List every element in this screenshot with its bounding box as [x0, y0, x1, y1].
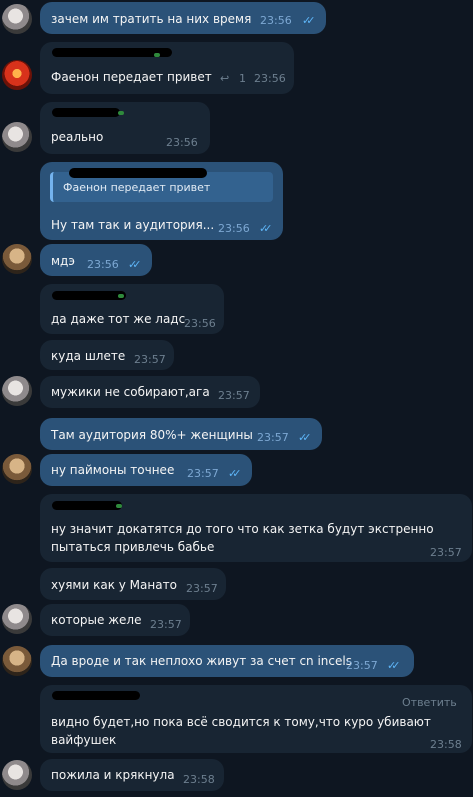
avatar[interactable]	[2, 4, 32, 34]
sender-name	[52, 108, 120, 117]
message-bubble[interactable]: которые желе 23:57	[40, 604, 190, 636]
avatar[interactable]	[2, 60, 32, 90]
message-text: мдэ	[51, 254, 75, 268]
message-time: 23:56	[87, 258, 119, 271]
sender-badge	[118, 111, 124, 115]
message-bubble[interactable]: зачем им тратить на них время 23:56 ✓✓	[40, 2, 326, 34]
message-text: Да вроде и так неплохо живут за счет cn …	[51, 654, 352, 668]
sender-name	[52, 291, 126, 300]
avatar[interactable]	[2, 122, 32, 152]
message-time: 23:57	[346, 659, 378, 672]
avatar[interactable]	[2, 454, 32, 484]
message-text: Там аудитория 80%+ женщины	[51, 428, 253, 442]
message-text: мужики не собирают,ага	[51, 385, 210, 399]
avatar[interactable]	[2, 760, 32, 790]
message-text: которые желе	[51, 613, 142, 627]
reply-quote[interactable]: Фаенон передает привет	[50, 168, 273, 202]
message-text: да даже тот же ладс	[51, 312, 186, 326]
message-bubble[interactable]: Фаенон передает привет ↩ 1 23:56	[40, 42, 294, 94]
sender-badge	[118, 294, 124, 298]
message-text-line-2: пытаться привлечь бабье	[51, 540, 215, 554]
message-text: ну паймоны точнее	[51, 463, 175, 477]
message-bubble[interactable]: Да вроде и так неплохо живут за счет cn …	[40, 645, 414, 677]
message-time: 23:57	[218, 389, 250, 402]
message-text: Фаенон передает привет	[51, 70, 212, 84]
message-bubble[interactable]: реально 23:56	[40, 102, 210, 154]
double-check-icon: ✓✓	[228, 467, 242, 480]
message-time: 23:56	[166, 136, 198, 149]
sender-badge	[116, 504, 122, 508]
double-check-icon: ✓✓	[128, 258, 142, 271]
reply-count[interactable]: 1	[239, 72, 246, 85]
message-time: 23:57	[186, 582, 218, 595]
reply-arrow-icon[interactable]: ↩	[220, 72, 229, 85]
message-time: 23:57	[187, 467, 219, 480]
message-time: 23:56	[218, 222, 250, 235]
message-bubble[interactable]: куда шлете 23:57	[40, 340, 174, 370]
message-time: 23:56	[260, 14, 292, 27]
message-text: реально	[51, 130, 104, 144]
message-time: 23:58	[430, 738, 462, 751]
message-time: 23:57	[150, 618, 182, 631]
double-check-icon: ✓✓	[302, 14, 316, 27]
sender-badge	[154, 53, 160, 57]
avatar[interactable]	[2, 376, 32, 406]
message-text: хуями как у Манато	[51, 578, 177, 592]
reply-quote-text: Фаенон передает привет	[63, 181, 211, 194]
avatar[interactable]	[2, 244, 32, 274]
avatar[interactable]	[2, 646, 32, 676]
reply-action[interactable]: Ответить	[402, 696, 457, 709]
double-check-icon: ✓✓	[387, 659, 401, 672]
message-bubble[interactable]: хуями как у Манато 23:57	[40, 568, 226, 600]
sender-name	[52, 691, 140, 700]
message-time: 23:57	[134, 353, 166, 366]
double-check-icon: ✓✓	[298, 431, 312, 444]
avatar[interactable]	[2, 604, 32, 634]
message-time: 23:57	[257, 431, 289, 444]
quoted-sender-name	[69, 168, 207, 178]
sender-name	[52, 501, 122, 510]
message-text-line-1: видно будет,но пока всё сводится к тому,…	[51, 715, 431, 729]
message-time: 23:56	[184, 317, 216, 330]
message-bubble[interactable]: пожила и крякнула 23:58	[40, 759, 224, 791]
message-text: куда шлете	[51, 349, 126, 363]
message-text-line-1: ну значит докатятся до того что как зетк…	[51, 522, 434, 536]
message-text: Ну там так и аудитория...	[51, 218, 215, 232]
message-time: 23:57	[430, 546, 462, 559]
message-bubble[interactable]: Там аудитория 80%+ женщины 23:57 ✓✓	[40, 418, 322, 450]
message-bubble[interactable]: ну паймоны точнее 23:57 ✓✓	[40, 454, 252, 486]
message-time: 23:58	[183, 773, 215, 786]
message-bubble[interactable]: да даже тот же ладс 23:56	[40, 284, 224, 334]
message-bubble[interactable]: Фаенон передает привет Ну там так и ауди…	[40, 162, 283, 240]
double-check-icon: ✓✓	[259, 222, 273, 235]
message-bubble[interactable]: мужики не собирают,ага 23:57	[40, 376, 260, 408]
message-text: пожила и крякнула	[51, 768, 175, 782]
message-bubble[interactable]: Ответить видно будет,но пока всё сводитс…	[40, 685, 472, 753]
message-text-line-2: вайфушек	[51, 733, 117, 747]
message-bubble[interactable]: ну значит докатятся до того что как зетк…	[40, 494, 472, 562]
message-bubble[interactable]: мдэ 23:56 ✓✓	[40, 244, 152, 276]
message-time: 23:56	[254, 72, 286, 85]
message-text: зачем им тратить на них время	[51, 12, 252, 26]
